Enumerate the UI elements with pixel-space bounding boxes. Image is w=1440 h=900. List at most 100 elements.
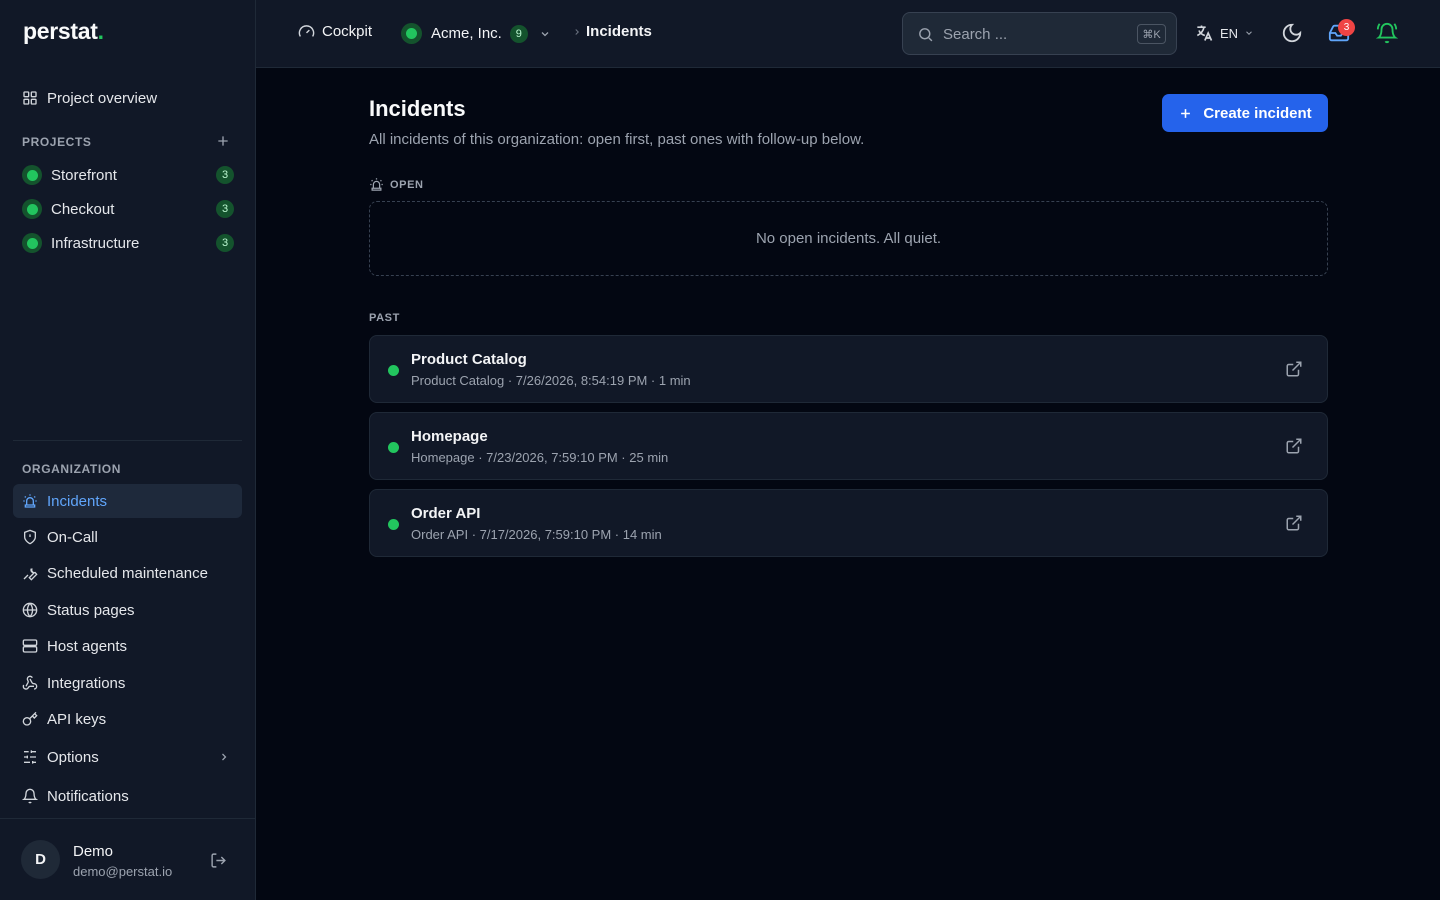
siren-icon [22,493,38,509]
project-status-dot [22,165,42,185]
topbar: Cockpit Acme, Inc. 9 Incidents ⌘K EN [256,0,1440,68]
sidebar-item-on-call[interactable]: On-Call [13,520,242,554]
incident-title: Product Catalog [411,351,527,368]
nav-label: On-Call [47,528,98,546]
status-dot [388,442,399,453]
org-count-badge: 9 [509,24,528,43]
project-name: Checkout [51,200,115,218]
project-count-badge: 3 [216,200,234,218]
grid-icon [22,90,38,106]
project-count-badge: 3 [216,166,234,184]
sidebar-item-incidents[interactable]: Incidents [13,484,242,518]
external-link-icon[interactable] [1285,437,1303,455]
nav-label: Scheduled maintenance [47,564,208,582]
org-name: Acme, Inc. [431,25,502,42]
sidebar-item-api-keys[interactable]: API keys [13,702,242,736]
incident-meta: Homepage · 7/23/2026, 7:59:10 PM · 25 mi… [411,450,669,465]
logo[interactable]: perstat. [23,18,104,45]
project-name: Storefront [51,166,117,184]
sidebar-project-checkout[interactable]: Checkout 3 [22,194,236,224]
external-link-icon[interactable] [1285,514,1303,532]
incident-meta: Product Catalog · 7/26/2026, 8:54:19 PM … [411,373,691,388]
logout-icon[interactable] [210,852,227,869]
nav-label: Notifications [47,787,129,805]
sidebar-item-scheduled-maintenance[interactable]: Scheduled maintenance [13,556,242,590]
theme-toggle-moon-icon[interactable] [1281,22,1303,44]
chevron-down-icon [539,28,551,40]
chevron-down-icon [1244,28,1254,38]
add-project-plus-icon[interactable] [215,133,231,149]
org-status-dot [401,23,422,44]
user-email: demo@perstat.io [73,864,173,879]
sidebar: perstat. Project overview PROJECTS Store… [0,0,256,900]
sidebar-item-notifications[interactable]: Notifications [13,779,242,813]
open-incidents-empty-state: No open incidents. All quiet. [369,201,1328,276]
plus-icon [1178,106,1193,121]
status-dot [388,365,399,376]
user-menu: D Demo demo@perstat.io [0,818,255,900]
search-box[interactable]: ⌘K [902,12,1177,55]
wrench-icon [22,565,38,581]
bell-icon [22,788,38,804]
breadcrumb-label: Incidents [586,23,652,40]
nav-label: API keys [47,710,107,728]
section-label-text: OPEN [390,178,424,191]
incident-meta: Order API · 7/17/2026, 7:59:10 PM · 14 m… [411,527,662,542]
page-title: Incidents [369,96,466,121]
org-switcher[interactable]: Acme, Inc. 9 [401,23,551,44]
breadcrumb-separator-icon [572,27,582,37]
language-label: EN [1220,25,1239,41]
past-section-label: PAST [369,312,400,324]
server-icon [22,638,38,654]
sliders-icon [22,749,38,765]
sidebar-project-infrastructure[interactable]: Infrastructure 3 [22,228,236,258]
sidebar-item-integrations[interactable]: Integrations [13,666,242,700]
button-label: Create incident [1203,104,1312,122]
translate-icon [1194,23,1214,43]
section-label-text: PAST [369,312,400,324]
language-switcher[interactable]: EN [1194,23,1254,43]
incident-title: Homepage [411,428,488,445]
incident-title: Order API [411,505,481,522]
external-link-icon[interactable] [1285,360,1303,378]
nav-project-overview[interactable]: Project overview [13,81,242,115]
avatar[interactable]: D [21,840,60,879]
inbox-badge: 3 [1338,19,1355,36]
page-subtitle: All incidents of this organization: open… [369,131,865,148]
sidebar-item-host-agents[interactable]: Host agents [13,629,242,663]
sidebar-divider [13,440,242,441]
nav-label: Integrations [47,674,126,692]
webhook-icon [22,675,38,691]
breadcrumb-label: Cockpit [322,23,373,40]
nav-label: Status pages [47,601,135,619]
globe-icon [22,602,38,618]
incident-card-order-api[interactable]: Order API Order API · 7/17/2026, 7:59:10… [369,489,1328,557]
search-icon [917,26,934,43]
user-name: Demo [73,843,114,860]
shield-icon [22,529,38,545]
key-icon [22,711,38,727]
open-section-label: OPEN [369,177,424,192]
nav-label: Project overview [47,89,158,107]
incident-card-product-catalog[interactable]: Product Catalog Product Catalog · 7/26/2… [369,335,1328,403]
nav-label: Options [47,748,99,766]
sidebar-project-storefront[interactable]: Storefront 3 [22,160,236,190]
project-status-dot [22,199,42,219]
breadcrumb-cockpit[interactable]: Cockpit [298,23,372,40]
project-name: Infrastructure [51,234,140,252]
sidebar-item-status-pages[interactable]: Status pages [13,593,242,627]
incident-card-homepage[interactable]: Homepage Homepage · 7/23/2026, 7:59:10 P… [369,412,1328,480]
sidebar-item-options[interactable]: Options [13,740,242,774]
chevron-right-icon [218,751,230,763]
project-count-badge: 3 [216,234,234,252]
nav-label: Incidents [47,492,108,510]
search-input[interactable] [943,23,1123,45]
project-status-dot [22,233,42,253]
alerts-bell-icon[interactable] [1376,22,1398,44]
breadcrumb-current: Incidents [586,23,652,40]
projects-section-label: PROJECTS [22,135,92,149]
create-incident-button[interactable]: Create incident [1162,94,1328,132]
nav-label: Host agents [47,637,128,655]
organization-section-label: ORGANIZATION [22,462,121,476]
status-dot [388,519,399,530]
